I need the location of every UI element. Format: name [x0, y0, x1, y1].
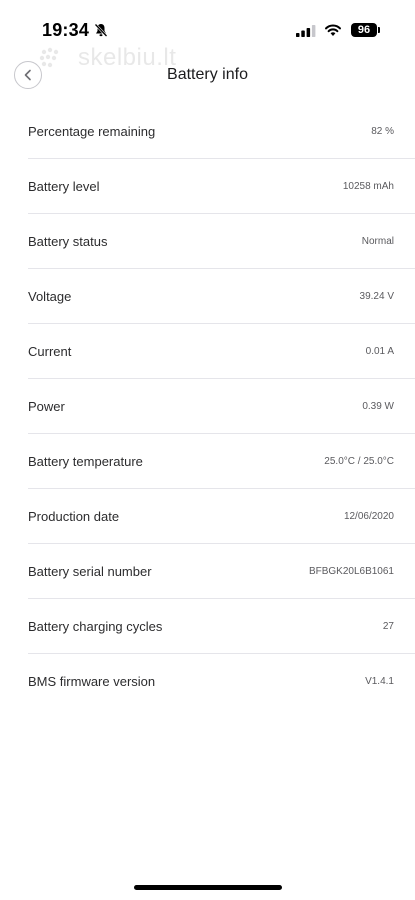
battery-nub [378, 27, 380, 33]
row-label: Voltage [28, 288, 72, 304]
row-current: Current 0.01 A [28, 324, 415, 379]
row-label: Percentage remaining [28, 123, 156, 139]
wifi-icon [325, 24, 341, 36]
row-battery-level: Battery level 10258 mAh [28, 159, 415, 214]
row-value: 12/06/2020 [343, 510, 394, 522]
row-label: Current [28, 343, 72, 359]
row-value: 10258 mAh [342, 180, 394, 192]
row-power: Power 0.39 W [28, 379, 415, 434]
row-value: BFBGK20L6B1061 [308, 565, 394, 577]
row-battery-temperature: Battery temperature 25.0°C / 25.0°C [28, 434, 415, 489]
row-battery-charging-cycles: Battery charging cycles 27 [28, 599, 415, 654]
row-percentage-remaining: Percentage remaining 82 % [28, 104, 415, 159]
row-value: 39.24 V [359, 290, 394, 302]
row-value: 0.39 W [362, 400, 394, 412]
row-value: 0.01 A [365, 345, 394, 357]
row-voltage: Voltage 39.24 V [28, 269, 415, 324]
status-bar: 19:34 96 [0, 0, 415, 56]
cellular-signal-icon [296, 25, 316, 37]
row-production-date: Production date 12/06/2020 [28, 489, 415, 544]
row-value: 27 [382, 620, 394, 632]
status-time: 19:34 [42, 20, 90, 40]
row-label: Power [28, 398, 65, 414]
battery-info-list: Percentage remaining 82 % Battery level … [28, 104, 415, 709]
row-label: Battery serial number [28, 563, 152, 579]
row-value: 25.0°C / 25.0°C [324, 455, 394, 467]
home-indicator[interactable] [134, 885, 282, 890]
battery-percent: 96 [357, 24, 371, 36]
row-value: V1.4.1 [365, 676, 394, 687]
row-label: Battery level [28, 178, 100, 194]
row-label: BMS firmware version [28, 674, 156, 689]
row-bms-firmware-version: BMS firmware version V1.4.1 [28, 654, 415, 709]
page-title: Battery info [167, 66, 248, 83]
bell-slash-icon [94, 23, 108, 37]
battery-icon: 96 [351, 23, 377, 37]
row-label: Battery temperature [28, 453, 143, 469]
row-value: Normal [361, 235, 394, 247]
row-battery-status: Battery status Normal [28, 214, 415, 269]
row-battery-serial-number: Battery serial number BFBGK20L6B1061 [28, 544, 415, 599]
row-value: 82 % [371, 125, 394, 137]
row-label: Battery status [28, 233, 108, 249]
row-label: Battery charging cycles [28, 618, 163, 634]
row-label: Production date [28, 508, 120, 524]
